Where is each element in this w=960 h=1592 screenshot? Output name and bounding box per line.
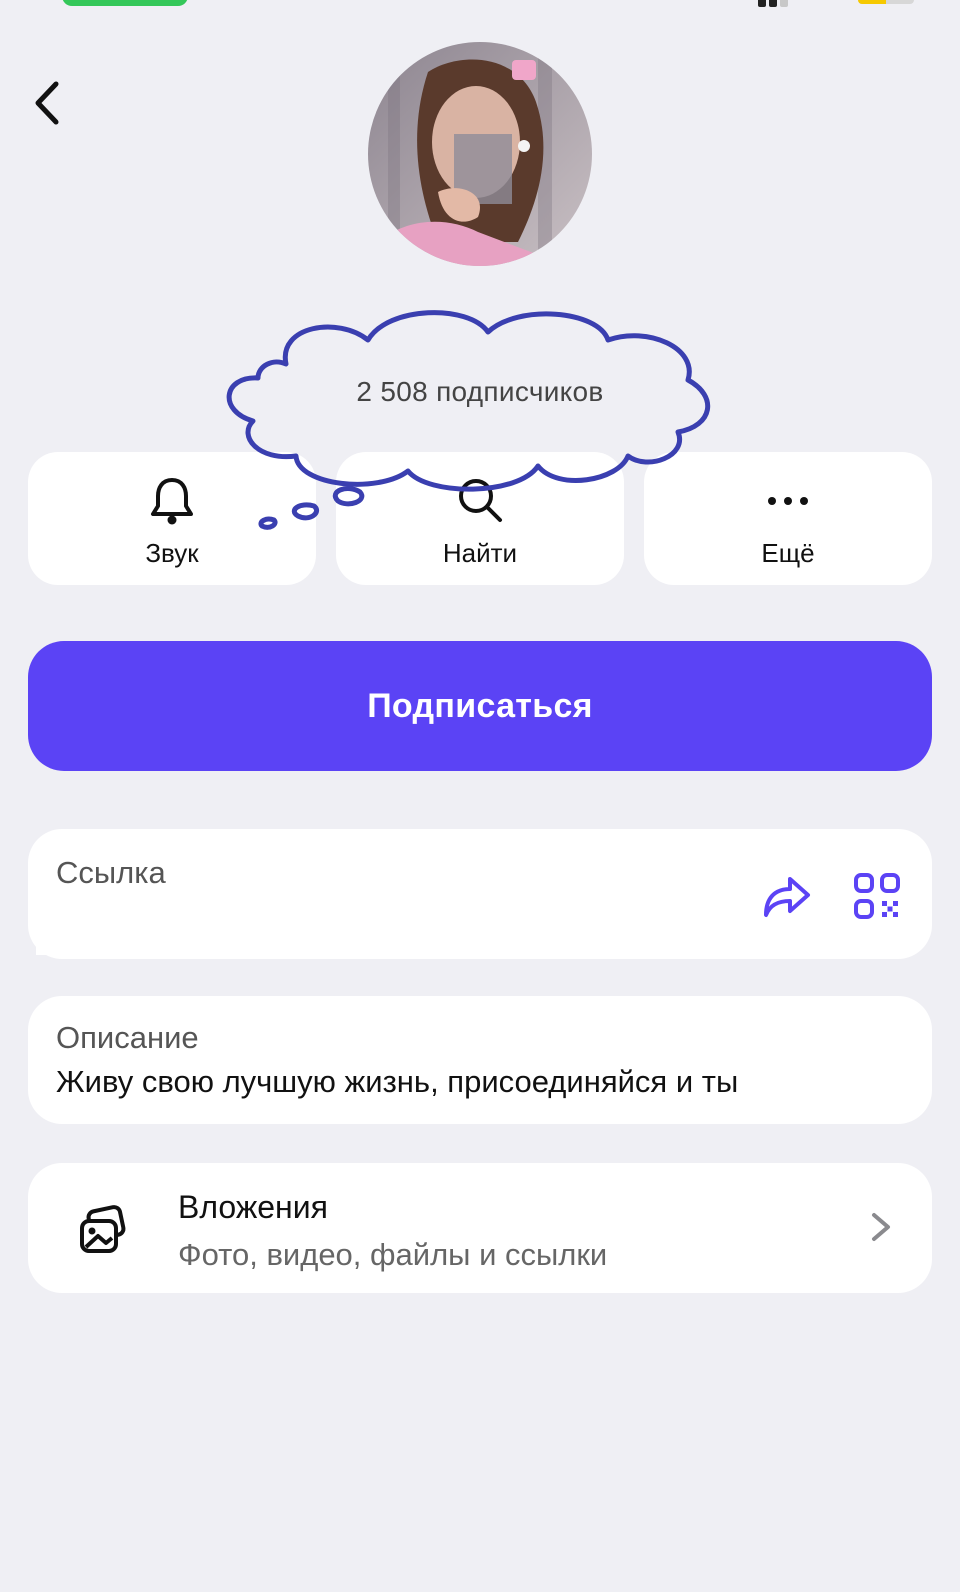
share-icon: [764, 877, 810, 917]
qr-code-button[interactable]: [850, 869, 904, 923]
back-button[interactable]: [28, 78, 68, 128]
sound-label: Звук: [145, 538, 199, 568]
sound-button[interactable]: Звук: [28, 452, 316, 585]
bell-icon: [151, 478, 193, 525]
share-button[interactable]: [760, 869, 814, 923]
more-button[interactable]: Ещё: [644, 452, 932, 585]
description-card: Описание Живу свою лучшую жизнь, присоед…: [28, 996, 932, 1124]
chevron-right-icon: [872, 1213, 890, 1241]
search-label: Найти: [442, 538, 518, 568]
attachments-row[interactable]: Вложения Фото, видео, файлы и ссылки: [28, 1163, 932, 1293]
more-label: Ещё: [761, 538, 815, 568]
followers-count: 2 508 подписчиков: [356, 376, 604, 407]
description-caption: Описание: [56, 1020, 199, 1055]
more-icon: [768, 497, 808, 505]
link-card: Ссылка: [28, 829, 932, 959]
attachments-subtitle: Фото, видео, файлы и ссылки: [178, 1237, 608, 1272]
search-button[interactable]: Найти: [336, 452, 624, 585]
battery-icon: [858, 0, 914, 4]
signal-icon: [758, 0, 802, 7]
chevron-left-icon: [35, 81, 59, 125]
status-bar: [0, 0, 960, 10]
link-value-redacted[interactable]: [36, 911, 416, 955]
attachments-title: Вложения: [178, 1189, 328, 1225]
avatar[interactable]: [368, 42, 592, 266]
gallery-icon: [76, 1203, 130, 1257]
subscribe-button[interactable]: Подписаться: [28, 641, 932, 771]
link-caption: Ссылка: [56, 855, 166, 890]
search-icon: [459, 479, 502, 522]
qr-code-icon: [854, 873, 900, 919]
description-text: Живу свою лучшую жизнь, присоединяйся и …: [56, 1064, 739, 1099]
call-indicator: [62, 0, 188, 6]
